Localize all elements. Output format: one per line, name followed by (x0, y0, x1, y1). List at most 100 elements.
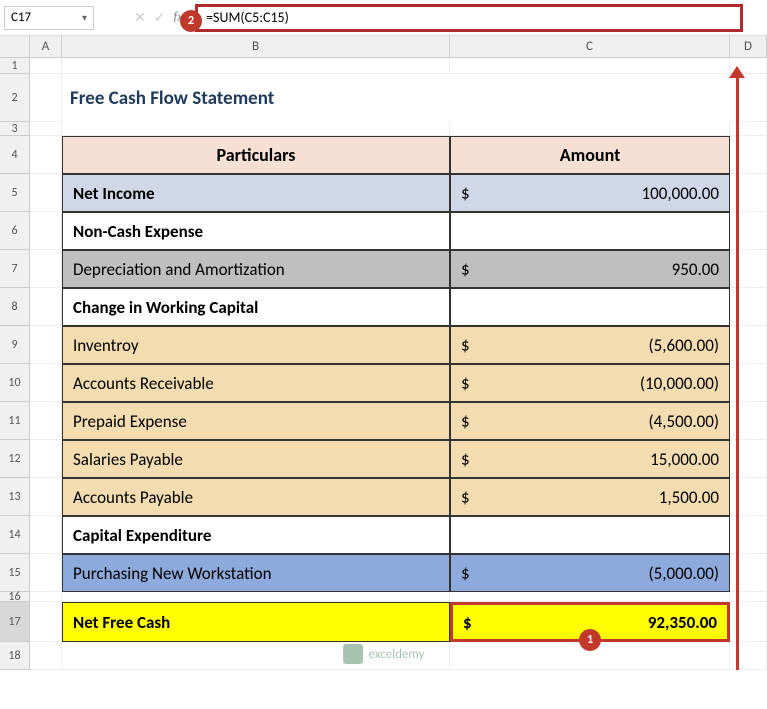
cell[interactable] (62, 122, 450, 136)
row-head[interactable]: 14 (0, 516, 30, 554)
cell[interactable] (30, 364, 62, 402)
value: (10,000.00) (640, 373, 719, 394)
check-icon[interactable]: ✓ (154, 9, 166, 26)
cell[interactable] (62, 58, 450, 74)
cell[interactable] (30, 174, 62, 212)
row-head[interactable]: 5 (0, 174, 30, 212)
currency: $ (461, 487, 470, 508)
chevron-down-icon[interactable]: ▾ (82, 11, 87, 24)
value: (5,600.00) (648, 335, 719, 356)
cell-amount[interactable]: $(4,500.00) (450, 402, 730, 440)
cell-label[interactable]: Salaries Payable (62, 440, 450, 478)
cell[interactable] (450, 58, 730, 74)
select-all-corner[interactable] (0, 36, 30, 57)
cell[interactable] (30, 288, 62, 326)
row-head[interactable]: 2 (0, 74, 30, 122)
row-head[interactable]: 8 (0, 288, 30, 326)
cell-amount[interactable]: $(5,600.00) (450, 326, 730, 364)
cell[interactable] (30, 516, 62, 554)
row-head[interactable]: 13 (0, 478, 30, 516)
col-head-c[interactable]: C (450, 36, 730, 57)
cell[interactable] (62, 592, 450, 602)
cell[interactable] (30, 212, 62, 250)
currency: $ (463, 612, 472, 633)
value: 92,350.00 (648, 612, 717, 633)
header-particulars[interactable]: Particulars (62, 136, 450, 174)
header-amount[interactable]: Amount (450, 136, 730, 174)
currency: $ (461, 259, 470, 280)
cell[interactable] (30, 250, 62, 288)
currency: $ (461, 563, 470, 584)
cell[interactable] (30, 440, 62, 478)
cell-amount[interactable] (450, 288, 730, 326)
cell-amount[interactable]: $1,500.00 (450, 478, 730, 516)
row-head[interactable]: 7 (0, 250, 30, 288)
cell-amount[interactable] (450, 516, 730, 554)
cell-label[interactable]: Prepaid Expense (62, 402, 450, 440)
cell-amount-selected[interactable]: $92,350.001 (450, 602, 730, 642)
row-head[interactable]: 10 (0, 364, 30, 402)
cell[interactable] (30, 592, 62, 602)
cell[interactable] (450, 122, 730, 136)
cell-amount[interactable]: $100,000.00 (450, 174, 730, 212)
cell[interactable] (30, 602, 62, 642)
cell-amount[interactable]: $950.00 (450, 250, 730, 288)
currency: $ (461, 449, 470, 470)
row-head[interactable]: 9 (0, 326, 30, 364)
name-box[interactable]: C17 ▾ (4, 6, 94, 30)
col-head-a[interactable]: A (30, 36, 62, 57)
cell-amount[interactable]: $ (10,000.00) (450, 364, 730, 402)
currency: $ (461, 183, 470, 204)
currency: $ (461, 373, 470, 394)
grid-area: A B C D 1 2Free Cash Flow Statement 3 4P… (0, 36, 767, 670)
row-head[interactable]: 1 (0, 58, 30, 74)
col-head-b[interactable]: B (62, 36, 450, 57)
watermark-icon (343, 644, 363, 664)
value: 100,000.00 (642, 183, 719, 204)
cell[interactable] (30, 74, 62, 122)
cell[interactable] (30, 58, 62, 74)
name-box-value: C17 (11, 10, 31, 25)
title-text: Free Cash Flow Statement (70, 87, 722, 110)
cancel-icon[interactable]: ✕ (134, 9, 146, 26)
cell-amount[interactable]: $15,000.00 (450, 440, 730, 478)
cell[interactable] (30, 478, 62, 516)
cell-label[interactable]: Depreciation and Amortization (62, 250, 450, 288)
row-head[interactable]: 3 (0, 122, 30, 136)
title-cell[interactable]: Free Cash Flow Statement (62, 74, 730, 122)
cell[interactable] (30, 122, 62, 136)
cell[interactable] (450, 592, 730, 602)
cell[interactable] (30, 402, 62, 440)
cell-label[interactable]: Inventroy (62, 326, 450, 364)
value: 1,500.00 (659, 487, 719, 508)
cell-amount[interactable] (450, 212, 730, 250)
callout-badge-1: 1 (579, 629, 601, 651)
value: (4,500.00) (648, 411, 719, 432)
row-head[interactable]: 16 (0, 592, 30, 602)
row-head[interactable]: 11 (0, 402, 30, 440)
row-head[interactable]: 15 (0, 554, 30, 592)
cell-label[interactable]: Purchasing New Workstation (62, 554, 450, 592)
row-head[interactable]: 18 (0, 642, 30, 670)
callout-badge-2: 2 (180, 10, 202, 32)
cell[interactable] (30, 642, 62, 670)
cell[interactable] (30, 136, 62, 174)
row-head[interactable]: 6 (0, 212, 30, 250)
value: 15,000.00 (650, 449, 719, 470)
cell-label[interactable]: Change in Working Capital (62, 288, 450, 326)
cell-label[interactable]: Accounts Payable (62, 478, 450, 516)
cell-label[interactable]: Net Income (62, 174, 450, 212)
cell[interactable] (30, 554, 62, 592)
cell-amount[interactable]: $(5,000.00) (450, 554, 730, 592)
formula-bar[interactable]: 2 =SUM(C5:C15) (195, 4, 743, 32)
column-headers: A B C D (0, 36, 767, 58)
cell-label[interactable]: Capital Expenditure (62, 516, 450, 554)
cell-label[interactable]: Net Free Cash (62, 602, 450, 642)
row-head[interactable]: 12 (0, 440, 30, 478)
cell-label[interactable]: Non-Cash Expense (62, 212, 450, 250)
row-head[interactable]: 17 (0, 602, 30, 642)
cell-label[interactable]: Accounts Receivable (62, 364, 450, 402)
row-head[interactable]: 4 (0, 136, 30, 174)
cell[interactable] (30, 326, 62, 364)
col-head-d[interactable]: D (730, 36, 767, 57)
